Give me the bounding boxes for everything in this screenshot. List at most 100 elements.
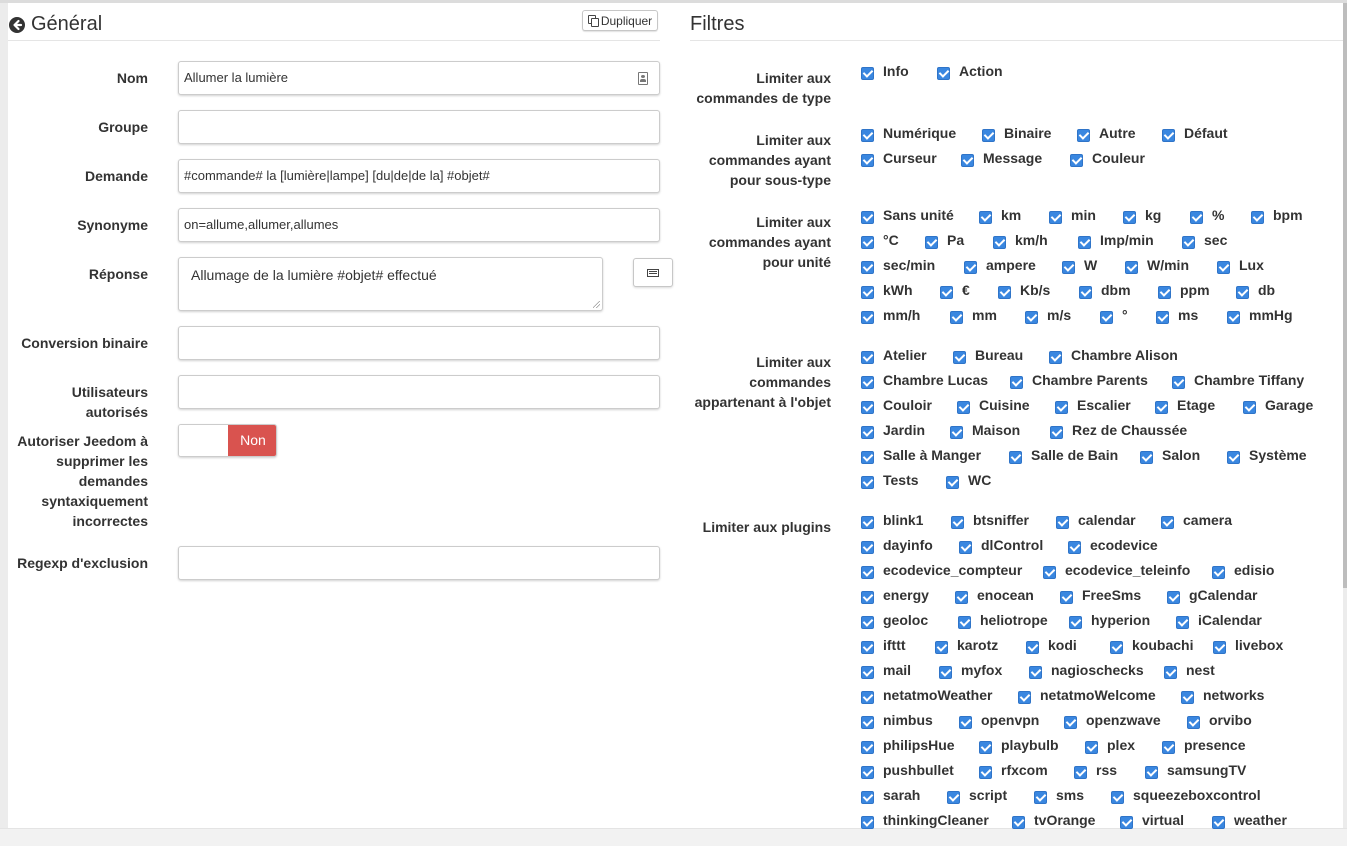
autoriser-toggle[interactable]: Non [178,424,277,457]
checkbox-checked-icon[interactable] [1158,286,1171,299]
checkbox-checked-icon[interactable] [1079,286,1092,299]
checkbox-checked-icon[interactable] [958,616,971,629]
checkbox-checked-icon[interactable] [993,236,1006,249]
checkbox-checked-icon[interactable] [1062,261,1075,274]
checkbox-checked-icon[interactable] [1009,451,1022,464]
contact-card-icon[interactable] [638,72,648,85]
checkbox-checked-icon[interactable] [1100,311,1113,324]
checkbox-checked-icon[interactable] [1018,691,1031,704]
checkbox-checked-icon[interactable] [861,566,874,579]
checkbox-checked-icon[interactable] [1212,816,1225,829]
checkbox-checked-icon[interactable] [861,211,874,224]
checkbox-checked-icon[interactable] [861,129,874,142]
duplicate-button[interactable]: Dupliquer [582,10,658,31]
checkbox-checked-icon[interactable] [1074,766,1087,779]
checkbox-checked-icon[interactable] [861,311,874,324]
checkbox-checked-icon[interactable] [861,451,874,464]
checkbox-checked-icon[interactable] [861,401,874,414]
checkbox-checked-icon[interactable] [861,261,874,274]
checkbox-checked-icon[interactable] [979,741,992,754]
checkbox-checked-icon[interactable] [861,376,874,389]
checkbox-checked-icon[interactable] [1125,261,1138,274]
checkbox-checked-icon[interactable] [861,67,874,80]
checkbox-checked-icon[interactable] [979,766,992,779]
checkbox-checked-icon[interactable] [861,476,874,489]
checkbox-checked-icon[interactable] [947,791,960,804]
checkbox-checked-icon[interactable] [1236,286,1249,299]
checkbox-checked-icon[interactable] [1069,616,1082,629]
checkbox-checked-icon[interactable] [1162,741,1175,754]
checkbox-checked-icon[interactable] [861,286,874,299]
checkbox-checked-icon[interactable] [1227,451,1240,464]
checkbox-checked-icon[interactable] [861,741,874,754]
checkbox-checked-icon[interactable] [982,129,995,142]
checkbox-checked-icon[interactable] [1064,716,1077,729]
checkbox-checked-icon[interactable] [998,286,1011,299]
checkbox-checked-icon[interactable] [861,154,874,167]
checkbox-checked-icon[interactable] [861,791,874,804]
checkbox-checked-icon[interactable] [861,426,874,439]
nom-input[interactable]: Allumer la lumière [178,61,660,95]
synonyme-input[interactable]: on=allume,allumer,allumes [178,208,660,242]
checkbox-checked-icon[interactable] [1070,154,1083,167]
checkbox-checked-icon[interactable] [959,541,972,554]
checkbox-checked-icon[interactable] [1190,211,1203,224]
checkbox-checked-icon[interactable] [957,401,970,414]
checkbox-checked-icon[interactable] [861,591,874,604]
checkbox-checked-icon[interactable] [955,591,968,604]
checkbox-checked-icon[interactable] [1110,641,1123,654]
checkbox-checked-icon[interactable] [1010,376,1023,389]
checkbox-checked-icon[interactable] [1156,311,1169,324]
resize-grip-icon[interactable] [593,301,600,308]
groupe-input[interactable] [178,110,660,144]
checkbox-checked-icon[interactable] [1026,641,1039,654]
checkbox-checked-icon[interactable] [1181,691,1194,704]
checkbox-checked-icon[interactable] [1213,641,1226,654]
checkbox-checked-icon[interactable] [925,236,938,249]
checkbox-checked-icon[interactable] [1162,129,1175,142]
checkbox-checked-icon[interactable] [937,67,950,80]
toggle-off-label[interactable]: Non [228,425,276,456]
checkbox-checked-icon[interactable] [861,236,874,249]
utilisateurs-input[interactable] [178,375,660,409]
checkbox-checked-icon[interactable] [1217,261,1230,274]
checkbox-checked-icon[interactable] [1034,791,1047,804]
checkbox-checked-icon[interactable] [1182,236,1195,249]
checkbox-checked-icon[interactable] [1164,666,1177,679]
scrollbar[interactable] [1343,3,1347,588]
checkbox-checked-icon[interactable] [861,816,874,829]
checkbox-checked-icon[interactable] [861,666,874,679]
checkbox-checked-icon[interactable] [861,691,874,704]
checkbox-checked-icon[interactable] [1140,451,1153,464]
checkbox-checked-icon[interactable] [959,716,972,729]
checkbox-checked-icon[interactable] [1049,351,1062,364]
checkbox-checked-icon[interactable] [1227,311,1240,324]
checkbox-checked-icon[interactable] [946,476,959,489]
checkbox-checked-icon[interactable] [1145,766,1158,779]
checkbox-checked-icon[interactable] [1176,616,1189,629]
checkbox-checked-icon[interactable] [1060,591,1073,604]
checkbox-checked-icon[interactable] [1167,591,1180,604]
checkbox-checked-icon[interactable] [1212,566,1225,579]
checkbox-checked-icon[interactable] [950,426,963,439]
checkbox-checked-icon[interactable] [1111,791,1124,804]
checkbox-checked-icon[interactable] [950,311,963,324]
checkbox-checked-icon[interactable] [861,516,874,529]
checkbox-checked-icon[interactable] [861,766,874,779]
checkbox-checked-icon[interactable] [939,666,952,679]
checkbox-checked-icon[interactable] [1056,516,1069,529]
checkbox-checked-icon[interactable] [1012,816,1025,829]
checkbox-checked-icon[interactable] [1068,541,1081,554]
checkbox-checked-icon[interactable] [1043,566,1056,579]
checkbox-checked-icon[interactable] [979,211,992,224]
checkbox-checked-icon[interactable] [1077,129,1090,142]
checkbox-checked-icon[interactable] [861,716,874,729]
checkbox-checked-icon[interactable] [1049,211,1062,224]
checkbox-checked-icon[interactable] [1187,716,1200,729]
checkbox-checked-icon[interactable] [964,261,977,274]
regexp-input[interactable] [178,546,660,580]
checkbox-checked-icon[interactable] [1085,741,1098,754]
checkbox-checked-icon[interactable] [1120,816,1133,829]
checkbox-checked-icon[interactable] [1050,426,1063,439]
reponse-textarea[interactable]: Allumage de la lumière #objet# effectué [178,257,603,311]
